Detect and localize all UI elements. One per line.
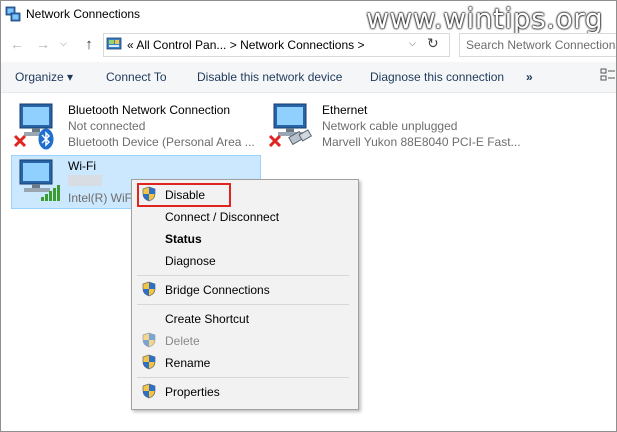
address-dropdown-icon[interactable]: ⌵ — [409, 38, 416, 49]
connection-name: Bluetooth Network Connection — [68, 103, 231, 117]
address-path[interactable]: « All Control Pan... > Network Connectio… — [127, 38, 364, 52]
view-options-icon[interactable] — [600, 68, 616, 82]
bluetooth-icon — [38, 128, 54, 150]
disconnected-x-icon — [13, 134, 27, 148]
menu-item-status[interactable]: Status — [165, 232, 202, 246]
connection-device: Marvell Yukon 88E8040 PCI-E Fast... — [322, 135, 521, 149]
more-commands-button[interactable]: » — [526, 70, 533, 84]
highlight-box — [137, 183, 231, 207]
uac-shield-icon — [142, 281, 156, 297]
menu-item-rename[interactable]: Rename — [165, 356, 210, 370]
disable-device-button[interactable]: Disable this network device — [197, 70, 342, 84]
back-button[interactable]: ← — [8, 36, 26, 52]
search-placeholder[interactable]: Search Network Connections — [466, 38, 616, 52]
connection-status: Not connected — [68, 119, 146, 133]
control-panel-icon — [106, 37, 122, 50]
menu-item-create-shortcut[interactable]: Create Shortcut — [165, 312, 249, 326]
menu-item-connect-disconnect[interactable]: Connect / Disconnect — [165, 210, 279, 224]
refresh-icon[interactable]: ↻ — [427, 35, 439, 52]
blurred-network-name — [68, 175, 102, 186]
connection-device: Bluetooth Device (Personal Area ... — [68, 135, 255, 149]
connection-device: Intel(R) WiF — [68, 191, 132, 205]
connection-name: Ethernet — [322, 103, 368, 117]
connect-to-button[interactable]: Connect To — [106, 70, 167, 84]
menu-separator — [137, 275, 349, 276]
uac-shield-icon — [142, 383, 156, 399]
menu-item-properties[interactable]: Properties — [165, 385, 220, 399]
menu-item-bridge-connections[interactable]: Bridge Connections — [165, 283, 270, 297]
menu-item-delete: Delete — [165, 334, 200, 348]
uac-shield-icon — [142, 332, 156, 348]
forward-button[interactable]: → — [34, 36, 52, 52]
watermark-text: www.wintips.org — [366, 2, 603, 35]
menu-separator — [137, 304, 349, 305]
connection-name: Wi-Fi — [68, 159, 96, 173]
ethernet-cable-icon — [288, 129, 313, 146]
disconnected-x-icon — [268, 134, 282, 148]
network-connections-icon — [5, 6, 21, 22]
up-button[interactable]: ↑ — [80, 36, 98, 53]
uac-shield-icon — [142, 354, 156, 370]
organize-button[interactable]: Organize ▾ — [15, 70, 73, 84]
diagnose-connection-button[interactable]: Diagnose this connection — [370, 70, 504, 84]
window-title: Network Connections — [26, 7, 141, 21]
menu-item-diagnose[interactable]: Diagnose — [165, 254, 216, 268]
recent-locations-button[interactable]: ⌵ — [60, 38, 67, 49]
wifi-signal-icon — [41, 185, 60, 201]
menu-separator — [137, 377, 349, 378]
connection-status: Network cable unplugged — [322, 119, 458, 133]
